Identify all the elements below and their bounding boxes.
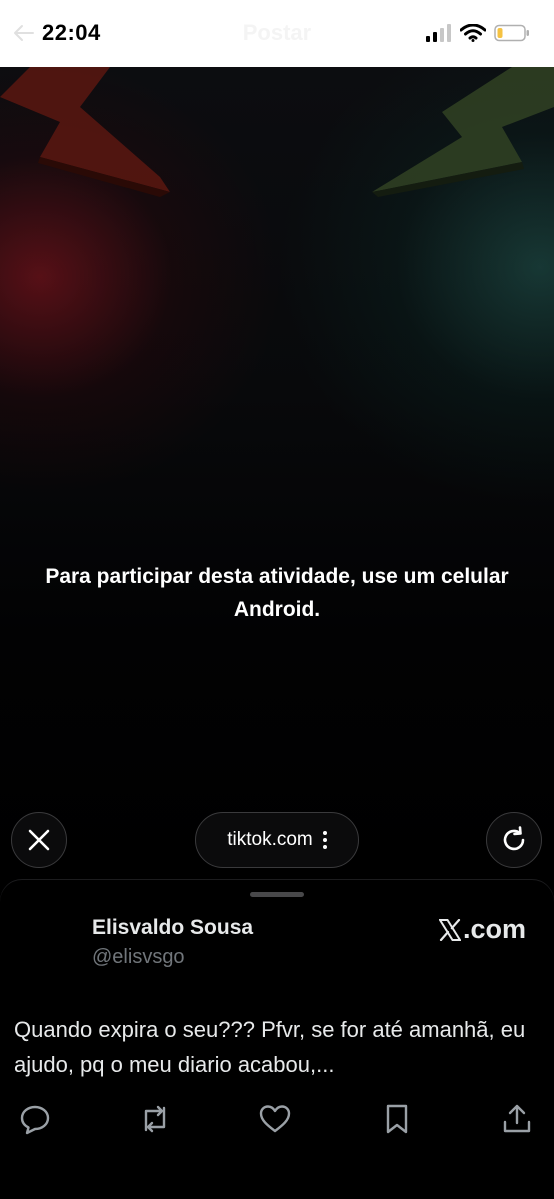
tweet-text: Quando expira o seu??? Pfvr, se for até … [14, 1017, 526, 1077]
bookmark-icon[interactable] [380, 1102, 414, 1136]
share-icon[interactable] [500, 1102, 534, 1136]
red-lightning-decoration [0, 67, 170, 197]
reload-button[interactable] [486, 812, 542, 868]
drag-handle[interactable] [250, 892, 304, 897]
android-only-message: Para participar desta atividade, use um … [45, 565, 509, 621]
x-com-link[interactable]: .com [438, 914, 526, 945]
x-com-label: .com [462, 914, 526, 944]
status-icons [426, 24, 530, 42]
close-icon [28, 829, 50, 851]
wifi-icon [460, 24, 486, 42]
reload-icon [503, 826, 525, 851]
reply-icon[interactable] [18, 1102, 52, 1136]
tweet-sheet[interactable]: Elisvaldo Sousa @elisvsgo .com Quando ex… [0, 880, 554, 1199]
green-lightning-decoration [372, 67, 554, 197]
status-bar: 22:04 Postar [0, 0, 554, 67]
author-name[interactable]: Elisvaldo Sousa [92, 916, 253, 940]
x-logo-icon [438, 918, 461, 941]
close-button[interactable] [11, 812, 67, 868]
url-text: tiktok.com [227, 829, 313, 850]
url-pill[interactable]: tiktok.com [195, 812, 359, 868]
more-vertical-icon[interactable] [322, 831, 327, 849]
cellular-signal-icon [426, 24, 451, 42]
retweet-icon[interactable] [138, 1102, 172, 1136]
author-handle[interactable]: @elisvsgo [92, 946, 185, 969]
battery-low-icon [494, 24, 529, 42]
like-icon[interactable] [258, 1102, 292, 1136]
webview-content: Para participar desta atividade, use um … [0, 67, 554, 882]
